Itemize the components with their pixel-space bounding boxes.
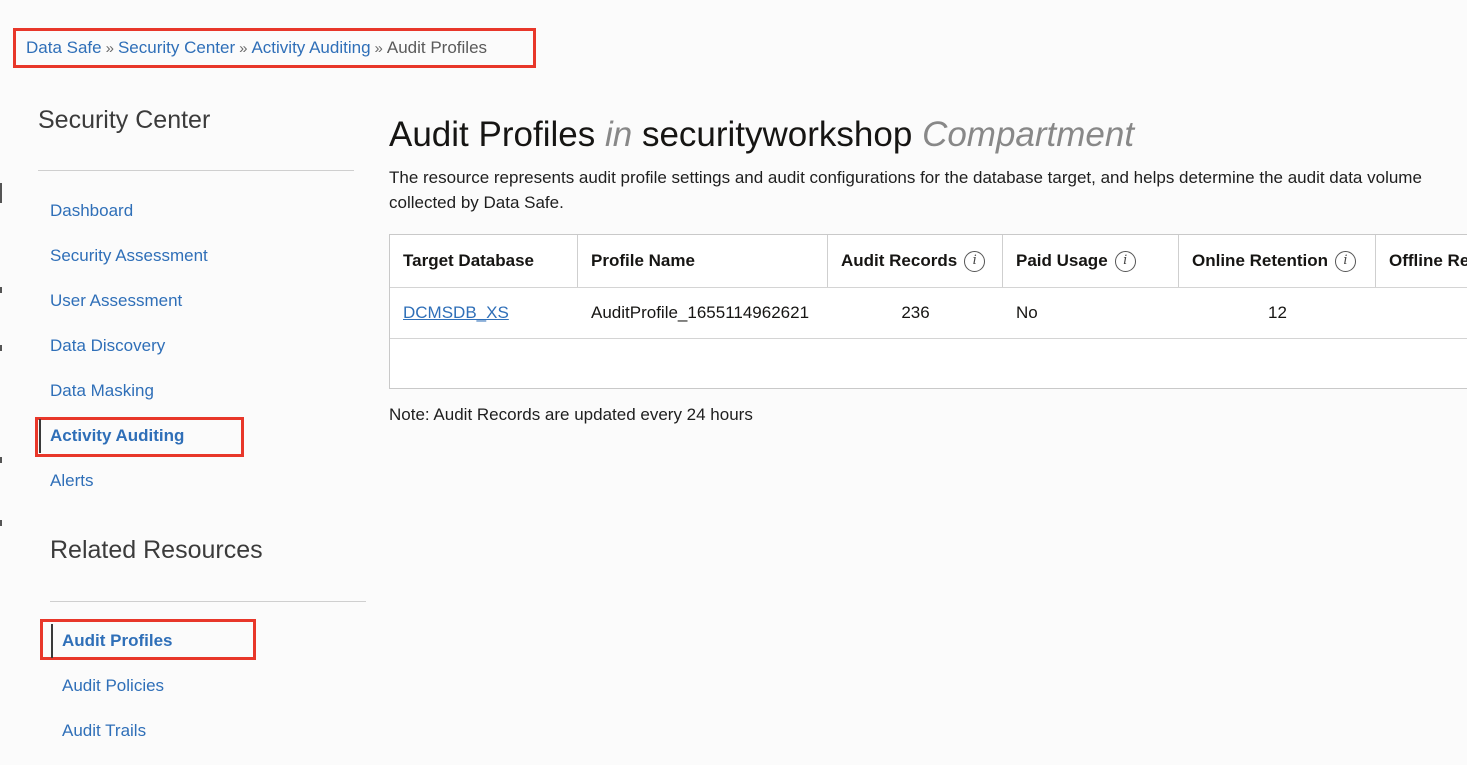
page-title: Audit Profiles in securityworkshop Compa…: [389, 114, 1134, 156]
sidebar-item-audit-policies[interactable]: Audit Policies: [62, 676, 164, 696]
breadcrumb-separator: »: [105, 40, 114, 57]
page-title-compartment-suffix: Compartment: [922, 115, 1135, 154]
audit-records-note: Note: Audit Records are updated every 24…: [389, 405, 753, 424]
column-header-label: Online Retention: [1192, 251, 1328, 270]
cell-audit-records: 236: [901, 302, 930, 322]
related-resources-divider: [50, 601, 366, 602]
cell-paid-usage: No: [1016, 302, 1038, 322]
cell-target-database: DCMSDB_XS: [403, 287, 509, 338]
column-header-label: Target Database: [403, 251, 535, 270]
audit-profiles-table: Target Database Profile Name Audit Recor…: [389, 234, 1467, 389]
info-icon[interactable]: i: [1335, 250, 1356, 272]
breadcrumb-data-safe[interactable]: Data Safe: [26, 38, 102, 57]
breadcrumb-security-center[interactable]: Security Center: [118, 38, 235, 57]
sidebar-item-data-masking[interactable]: Data Masking: [50, 381, 154, 401]
sidebar-item-label: Audit Profiles: [62, 631, 173, 650]
column-header-label: Audit Records: [841, 251, 958, 270]
column-header-paid-usage[interactable]: Paid Usage i: [1003, 235, 1179, 287]
column-header-label: Profile Name: [591, 251, 695, 270]
page-title-resource: Audit Profiles: [389, 115, 596, 154]
related-resources-heading: Related Resources: [50, 536, 263, 564]
column-header-online-retention[interactable]: Online Retention i: [1179, 235, 1376, 287]
sidebar-divider: [38, 170, 354, 171]
sidebar-heading: Security Center: [38, 106, 211, 134]
column-header-label: Paid Usage: [1016, 251, 1108, 270]
sidebar-item-audit-profiles[interactable]: Audit Profiles: [51, 624, 173, 658]
sidebar-item-audit-trails[interactable]: Audit Trails: [62, 721, 146, 741]
sidebar-item-user-assessment[interactable]: User Assessment: [50, 291, 182, 311]
sidebar-item-activity-auditing[interactable]: Activity Auditing: [39, 419, 185, 453]
cell-online-retention: 12: [1268, 302, 1287, 322]
sidebar-item-security-assessment[interactable]: Security Assessment: [50, 246, 208, 266]
column-header-label: Offline Retention: [1389, 251, 1467, 270]
page-title-in: in: [604, 115, 633, 154]
sidebar-item-label: Activity Auditing: [50, 426, 185, 445]
active-indicator: [39, 419, 41, 453]
info-icon[interactable]: i: [1114, 250, 1136, 272]
breadcrumb-current: Audit Profiles: [386, 38, 488, 57]
active-indicator: [51, 624, 53, 658]
table-header: Target Database Profile Name Audit Recor…: [390, 235, 1467, 288]
column-header-audit-records[interactable]: Audit Records i: [828, 235, 1003, 287]
sidebar-item-alerts[interactable]: Alerts: [50, 471, 93, 491]
left-edge-scroll-indicator: [0, 175, 2, 765]
table-row: DCMSDB_XS AuditProfile_1655114962621 236…: [390, 287, 1467, 339]
column-header-offline-retention[interactable]: Offline Retention i: [1376, 235, 1467, 287]
target-database-link[interactable]: DCMSDB_XS: [403, 303, 509, 323]
breadcrumb-separator: »: [239, 40, 248, 57]
column-header-profile-name[interactable]: Profile Name: [578, 235, 828, 287]
page-description: The resource represents audit profile se…: [389, 168, 1422, 212]
breadcrumb: Data Safe» Security Center» Activity Audit…: [26, 38, 487, 59]
info-icon[interactable]: i: [964, 250, 986, 272]
page-title-compartment: securityworkshop: [641, 115, 913, 154]
cell-profile-name: AuditProfile_1655114962621: [591, 302, 810, 322]
breadcrumb-activity-auditing[interactable]: Activity Auditing: [251, 38, 370, 57]
column-header-target-database[interactable]: Target Database: [390, 235, 578, 287]
breadcrumb-separator: »: [374, 40, 383, 57]
sidebar-item-dashboard[interactable]: Dashboard: [50, 201, 133, 221]
sidebar-item-data-discovery[interactable]: Data Discovery: [50, 336, 165, 356]
